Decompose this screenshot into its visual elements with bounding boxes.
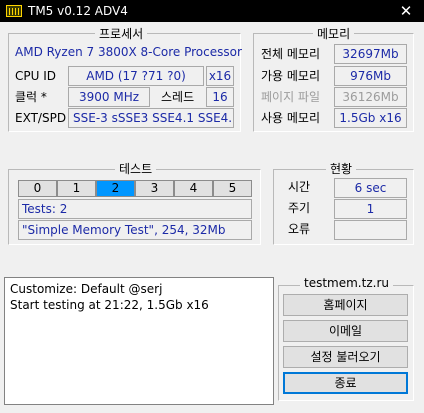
homepage-button[interactable]: 홈페이지 [283, 294, 408, 316]
test-group-title: 테스트 [115, 160, 157, 177]
test-tab-4[interactable]: 4 [174, 180, 213, 197]
test-tab-0[interactable]: 0 [18, 180, 57, 197]
page-file-value: 36126Mb [334, 87, 407, 107]
clock-label: 클럭 * [15, 90, 47, 104]
ext-spd-value: SSE-3 sSSE3 SSE4.1 SSE4.2 [68, 108, 234, 128]
cpu-id-value: AMD (17 ?71 ?0) [68, 66, 204, 86]
memory-chip-icon [6, 5, 22, 17]
available-memory-value: 976Mb [334, 66, 407, 86]
clock-value: 3900 MHz [68, 87, 150, 107]
used-memory-value: 1.5Gb x16 [334, 108, 407, 128]
log-line: Customize: Default @serj [10, 282, 163, 296]
errors-label: 오류 [288, 222, 311, 236]
cpu-name: AMD Ryzen 7 3800X 8-Core Processor [15, 45, 242, 59]
time-label: 시간 [288, 180, 311, 194]
test-tab-2[interactable]: 2 [96, 180, 135, 197]
close-icon: ✕ [399, 2, 413, 20]
tests-count: Tests: 2 [18, 199, 252, 219]
available-memory-label: 가용 메모리 [261, 69, 321, 83]
cpu-id-multiplier: x16 [206, 66, 234, 86]
cycle-label: 주기 [288, 201, 311, 215]
current-test: "Simple Memory Test", 254, 32Mb [18, 220, 252, 240]
page-file-label: 페이지 파일 [261, 90, 321, 104]
window-title: TM5 v0.12 ADV4 [28, 4, 128, 18]
exit-button[interactable]: 종료 [283, 372, 408, 394]
log-output[interactable]: Customize: Default @serj Start testing a… [4, 277, 274, 405]
close-button[interactable]: ✕ [388, 0, 424, 22]
test-tab-3[interactable]: 3 [135, 180, 174, 197]
load-config-button[interactable]: 설정 불러오기 [283, 346, 408, 368]
threads-value: 16 [206, 87, 234, 107]
status-group-title: 현황 [326, 160, 357, 177]
log-line: Start testing at 21:22, 1.5Gb x16 [10, 298, 209, 312]
total-memory-label: 전체 메모리 [261, 47, 321, 61]
test-tab-5[interactable]: 5 [213, 180, 252, 197]
errors-value [334, 220, 407, 240]
test-tab-1[interactable]: 1 [57, 180, 96, 197]
memory-group-title: 메모리 [313, 25, 355, 42]
total-memory-value: 32697Mb [334, 44, 407, 64]
site-label: testmem.tz.ru [300, 276, 393, 290]
cycle-value: 1 [334, 199, 407, 219]
title-bar[interactable]: TM5 v0.12 ADV4 ✕ [0, 0, 424, 22]
cpu-id-label: CPU ID [15, 69, 56, 83]
threads-label: 스레드 [161, 90, 195, 104]
processor-group-title: 프로세서 [95, 25, 148, 42]
ext-spd-label: EXT/SPD [15, 111, 67, 125]
email-button[interactable]: 이메일 [283, 320, 408, 342]
used-memory-label: 사용 메모리 [261, 111, 321, 125]
time-value: 6 sec [334, 178, 407, 198]
